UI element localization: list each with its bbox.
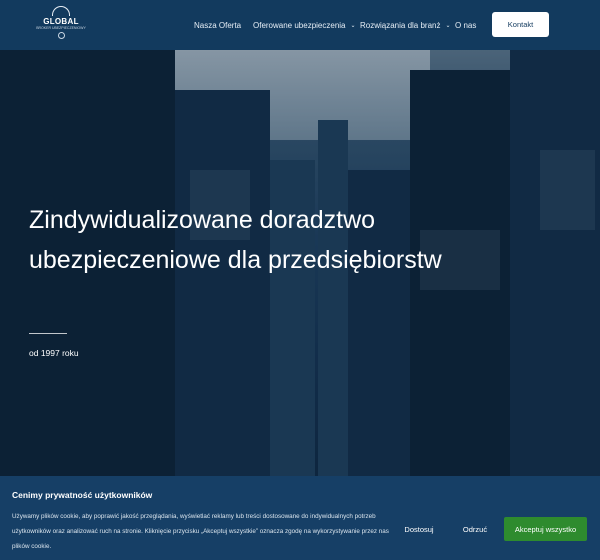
hero-since-text: od 1997 roku <box>29 348 79 358</box>
hero-divider <box>29 333 67 334</box>
logo-seal-icon <box>57 32 65 39</box>
cookie-title: Cenimy prywatność użytkowników <box>12 490 153 500</box>
nav-item-label: Rozwiązania dla branż <box>360 20 441 30</box>
logo[interactable]: GLOBAL BROKER UBEZPIECZENIOWY <box>36 6 86 44</box>
cookie-customize-button[interactable]: Dostosuj <box>397 517 441 541</box>
nav-item-label: Nasza Oferta <box>194 20 242 30</box>
chevron-down-icon: ⌄ <box>445 22 451 29</box>
chevron-down-icon: ⌄ <box>350 22 356 29</box>
logo-subline: BROKER UBEZPIECZENIOWY <box>36 26 86 30</box>
nav-item-rozwiazania-dla-branz[interactable]: Rozwiązania dla branż ⌄ <box>360 21 451 30</box>
cookie-accept-all-button[interactable]: Akceptuj wszystko <box>504 517 587 541</box>
hero-title: Zindywidualizowane doradztwo ubezpieczen… <box>29 206 442 274</box>
nav-item-oferowane-ubezpieczenia[interactable]: Oferowane ubezpieczenia ⌄ <box>253 21 356 30</box>
contact-button[interactable]: Kontakt <box>492 12 549 37</box>
nav-item-label: Oferowane ubezpieczenia <box>253 20 346 30</box>
nav-item-o-nas[interactable]: O nas <box>455 21 476 30</box>
cookie-consent-bar: Cenimy prywatność użytkowników Używamy p… <box>0 476 600 560</box>
logo-dome-icon <box>52 6 70 16</box>
cookie-description: Używamy plików cookie, aby poprawić jako… <box>12 513 389 550</box>
cookie-reject-button[interactable]: Odrzuć <box>455 517 495 541</box>
logo-wordmark: GLOBAL <box>43 17 79 26</box>
hero-section: Zindywidualizowane doradztwo ubezpieczen… <box>0 50 600 476</box>
nav-item-nasza-oferta[interactable]: Nasza Oferta <box>194 21 241 30</box>
site-header: GLOBAL BROKER UBEZPIECZENIOWY Nasza Ofer… <box>0 0 600 50</box>
nav-item-label: O nas <box>455 20 477 30</box>
